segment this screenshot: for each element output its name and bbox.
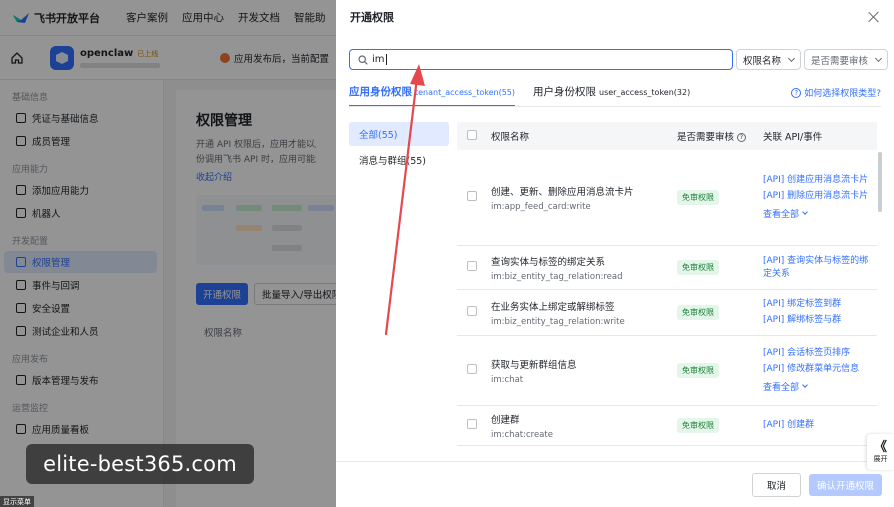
- row-checkbox[interactable]: [467, 306, 477, 316]
- chevron-down-icon: [802, 209, 808, 215]
- search-row: im 权限名称 是否需要审核: [349, 49, 889, 70]
- row-checkbox[interactable]: [467, 364, 477, 374]
- table-scrollbar[interactable]: [878, 152, 882, 212]
- question-icon: ?: [791, 87, 802, 98]
- view-all-label: 查看全部: [763, 383, 800, 393]
- api-link[interactable]: [API] 查询实体与标签的绑定关系: [763, 255, 873, 281]
- search-value: im: [372, 54, 385, 65]
- permission-title: 获取与更新群组信息: [491, 359, 577, 371]
- permission-scope: im:chat: [491, 374, 524, 385]
- permission-title: 创建群: [491, 414, 520, 426]
- permission-table: 权限名称 是否需要审核? 关联 API/事件 创建、更新、删除应用消息流卡片 i…: [457, 122, 877, 446]
- permission-scope: im:chat:create: [491, 429, 553, 440]
- expand-panel-tab[interactable]: 《 展开: [867, 434, 894, 470]
- no-review-badge: 免审权限: [677, 418, 719, 433]
- permission-type-help-link[interactable]: ? 如何选择权限类型?: [791, 86, 881, 99]
- open-permission-drawer: 开通权限 im 权限名称 是否需要审核 应用身份权限 tenant_access…: [336, 0, 894, 507]
- api-link[interactable]: [API] 会话标签页排序: [763, 347, 873, 360]
- help-link-label: 如何选择权限类型?: [804, 89, 881, 99]
- table-row: 获取与更新群组信息 im:chat 免审权限 [API] 会话标签页排序 [AP…: [457, 336, 877, 406]
- expand-label: 展开: [873, 454, 888, 463]
- permission-title: 查询实体与标签的绑定关系: [491, 256, 606, 268]
- category-list: 全部(55) 消息与群组(55): [349, 122, 449, 174]
- tab-label: 应用身份权限: [349, 86, 412, 98]
- select-placeholder: 是否需要审核: [811, 55, 869, 67]
- permission-type-tabs: 应用身份权限 tenant_access_token(55) 用户身份权限 us…: [349, 84, 881, 107]
- no-review-badge: 免审权限: [677, 260, 719, 275]
- question-icon[interactable]: ?: [737, 133, 747, 142]
- confirm-open-permission-button[interactable]: 确认开通权限: [808, 473, 882, 496]
- search-icon: [358, 54, 368, 65]
- tab-tenant-permissions[interactable]: 应用身份权限 tenant_access_token(55): [349, 84, 515, 107]
- tab-label: 用户身份权限: [533, 86, 596, 98]
- category-messages-groups[interactable]: 消息与群组(55): [349, 148, 449, 172]
- permission-scope: im:biz_entity_tag_relation:write: [491, 316, 625, 327]
- tab-token-type: tenant_access_token(55): [415, 88, 515, 97]
- table-row: 创建、更新、删除应用消息流卡片 im:app_feed_card:write 免…: [457, 150, 877, 246]
- permission-scope: im:biz_entity_tag_relation:read: [491, 271, 623, 282]
- view-all-label: 查看全部: [763, 210, 800, 220]
- chevron-down-icon: [802, 382, 808, 388]
- permission-title: 在业务实体上绑定或解绑标签: [491, 301, 615, 313]
- api-link[interactable]: [API] 解绑标签与群: [763, 314, 873, 327]
- table-row: 查询实体与标签的绑定关系 im:biz_entity_tag_relation:…: [457, 246, 877, 290]
- no-review-badge: 免审权限: [677, 190, 719, 205]
- search-input[interactable]: im: [349, 49, 733, 70]
- api-link[interactable]: [API] 删除应用消息流卡片: [763, 190, 873, 203]
- table-row: 创建群 im:chat:create 免审权限 [API] 创建群: [457, 406, 877, 446]
- view-all-link[interactable]: 查看全部: [763, 207, 873, 220]
- column-header-label: 是否需要审核: [677, 132, 735, 143]
- field-select[interactable]: 权限名称: [736, 49, 802, 70]
- drawer-footer: 取消 确认开通权限: [336, 461, 894, 507]
- select-value: 权限名称: [743, 55, 782, 67]
- api-link[interactable]: [API] 创建应用消息流卡片: [763, 174, 873, 187]
- chevron-down-icon: [874, 54, 883, 62]
- tabs-divider: [349, 106, 881, 107]
- permission-scope: im:app_feed_card:write: [491, 201, 591, 212]
- no-review-badge: 免审权限: [677, 363, 719, 378]
- permission-title: 创建、更新、删除应用消息流卡片: [491, 186, 634, 198]
- api-link[interactable]: [API] 创建群: [763, 419, 873, 432]
- column-header-api: 关联 API/事件: [763, 132, 823, 143]
- close-icon[interactable]: [868, 11, 880, 23]
- view-all-link[interactable]: 查看全部: [763, 380, 873, 393]
- drawer-title: 开通权限: [350, 11, 394, 24]
- chevron-down-icon: [787, 54, 796, 62]
- row-checkbox[interactable]: [467, 261, 477, 271]
- row-checkbox[interactable]: [467, 419, 477, 429]
- table-row: 在业务实体上绑定或解绑标签 im:biz_entity_tag_relation…: [457, 290, 877, 336]
- select-all-checkbox[interactable]: [467, 129, 477, 140]
- tab-token-type: user_access_token(32): [599, 88, 691, 97]
- category-all[interactable]: 全部(55): [349, 122, 449, 146]
- tab-user-permissions[interactable]: 用户身份权限 user_access_token(32): [533, 84, 690, 105]
- column-header-review: 是否需要审核?: [677, 129, 763, 143]
- api-link[interactable]: [API] 绑定标签到群: [763, 298, 873, 311]
- drawer-header: 开通权限: [336, 0, 894, 34]
- double-chevron-left-icon: 《: [873, 439, 887, 455]
- text-caret: [385, 54, 387, 65]
- column-header-name: 权限名称: [491, 132, 530, 143]
- api-link[interactable]: [API] 修改群菜单元信息: [763, 363, 873, 376]
- table-header: 权限名称 是否需要审核? 关联 API/事件: [457, 122, 877, 150]
- review-filter-select[interactable]: 是否需要审核: [804, 49, 889, 70]
- no-review-badge: 免审权限: [677, 305, 719, 320]
- cancel-button[interactable]: 取消: [751, 472, 801, 497]
- row-checkbox[interactable]: [467, 191, 477, 201]
- watermark: elite-best365.com: [26, 444, 254, 484]
- status-tag: 显示菜单: [0, 496, 34, 507]
